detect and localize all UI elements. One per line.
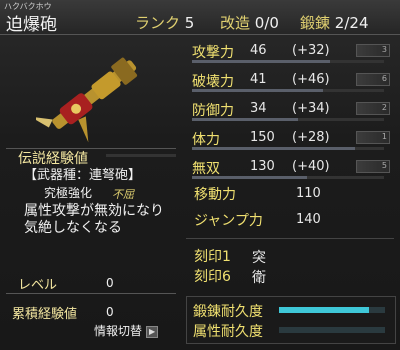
forge-durability-bar: [279, 307, 385, 313]
legend-exp-bar: [106, 154, 176, 157]
stat-bar-fill: [192, 118, 298, 121]
stat-bar: [192, 147, 384, 150]
forge-value: 2/24: [334, 14, 369, 32]
stat-name: 無双: [192, 161, 220, 177]
durability-box: 鍛錬耐久度 属性耐久度: [186, 296, 396, 344]
attr-durability-label: 属性耐久度: [193, 324, 263, 340]
attr-durability-bar: [279, 327, 385, 333]
stat-bonus: (+32): [292, 43, 330, 58]
stat-bonus: (+40): [292, 159, 330, 174]
ultimate-label: 究極強化: [44, 186, 93, 200]
move-value: 110: [296, 186, 321, 201]
stat-value: 130: [250, 159, 275, 174]
seal-label: 刻印1: [194, 249, 231, 265]
stat-bar: [192, 176, 384, 179]
stat-bar-fill: [192, 60, 331, 63]
info-toggle-label: 情報切替: [94, 324, 143, 338]
forge-label: 鍛錬: [300, 14, 331, 32]
weapon-info-panel: ハクバクホウ 迫爆砲 ランク 5 改造 0/0 鍛錬 2/24 伝説経験値 【武…: [0, 0, 400, 350]
jump-value: 140: [296, 212, 321, 227]
level-label: レベル: [18, 278, 58, 293]
stat-bar-fill: [192, 176, 308, 179]
seal-label: 刻印6: [194, 269, 231, 285]
stat-value: 150: [250, 130, 275, 145]
stat-value: 34: [250, 101, 267, 116]
level-value: 0: [106, 276, 114, 290]
stat-bar-fill: [192, 147, 356, 150]
stat-slot: 1: [356, 131, 390, 144]
play-icon: ▶: [146, 325, 159, 338]
stat-slot: 3: [356, 44, 390, 57]
cannon-weapon-icon: [30, 57, 138, 143]
weapon-image: [30, 42, 154, 146]
weapon-type: 【武器種：連弩砲】: [24, 168, 142, 183]
move-label: 移動力: [194, 187, 236, 203]
stat-row-attack: 攻撃力 46 (+32) 3: [186, 38, 394, 66]
seal-value: 衛: [252, 270, 266, 286]
forge-durability-label: 鍛錬耐久度: [193, 304, 263, 320]
forge-display: 鍛錬 2/24: [300, 12, 368, 33]
stat-value: 46: [250, 43, 267, 58]
stat-row-destruction: 破壊力 41 (+46) 6: [186, 67, 394, 95]
modify-value: 0/0: [254, 14, 279, 32]
total-exp-label: 累積経験値: [12, 307, 78, 322]
stat-name: 体力: [192, 132, 220, 148]
stat-row-health: 体力 150 (+28) 1: [186, 125, 394, 153]
jump-label: ジャンプ力: [194, 213, 263, 229]
stat-name: 攻撃力: [192, 45, 234, 61]
stat-slot: 6: [356, 73, 390, 86]
stat-value: 41: [250, 72, 267, 87]
stat-bar: [192, 118, 384, 121]
stat-slot: 5: [356, 160, 390, 173]
info-toggle-button[interactable]: 情報切替 ▶: [94, 322, 159, 339]
modify-label: 改造: [220, 14, 251, 32]
stat-bar: [192, 89, 384, 92]
stat-slot: 2: [356, 102, 390, 115]
weapon-name: 迫爆砲: [6, 15, 57, 35]
stat-row-defense: 防御力 34 (+34) 2: [186, 96, 394, 124]
stat-bar-fill: [192, 89, 323, 92]
forge-durability-fill: [279, 307, 370, 313]
rank-display: ランク 5: [135, 12, 194, 33]
modify-display: 改造 0/0: [220, 12, 279, 33]
weapon-header: ハクバクホウ 迫爆砲 ランク 5 改造 0/0 鍛錬 2/24: [0, 0, 400, 35]
stat-name: 防御力: [192, 103, 234, 119]
divider: [186, 238, 394, 239]
seal-value: 突: [252, 250, 266, 266]
stat-name: 破壊力: [192, 74, 234, 90]
rank-value: 5: [184, 14, 195, 32]
stat-row-musou: 無双 130 (+40) 5: [186, 154, 394, 182]
ability-description-line2: 気絶しなくなる: [24, 220, 122, 236]
rank-label: ランク: [135, 14, 181, 32]
stat-bonus: (+46): [292, 72, 330, 87]
stat-bar: [192, 60, 384, 63]
divider: [6, 293, 176, 294]
stat-bonus: (+28): [292, 130, 330, 145]
stat-bonus: (+34): [292, 101, 330, 116]
total-exp-value: 0: [106, 305, 114, 319]
